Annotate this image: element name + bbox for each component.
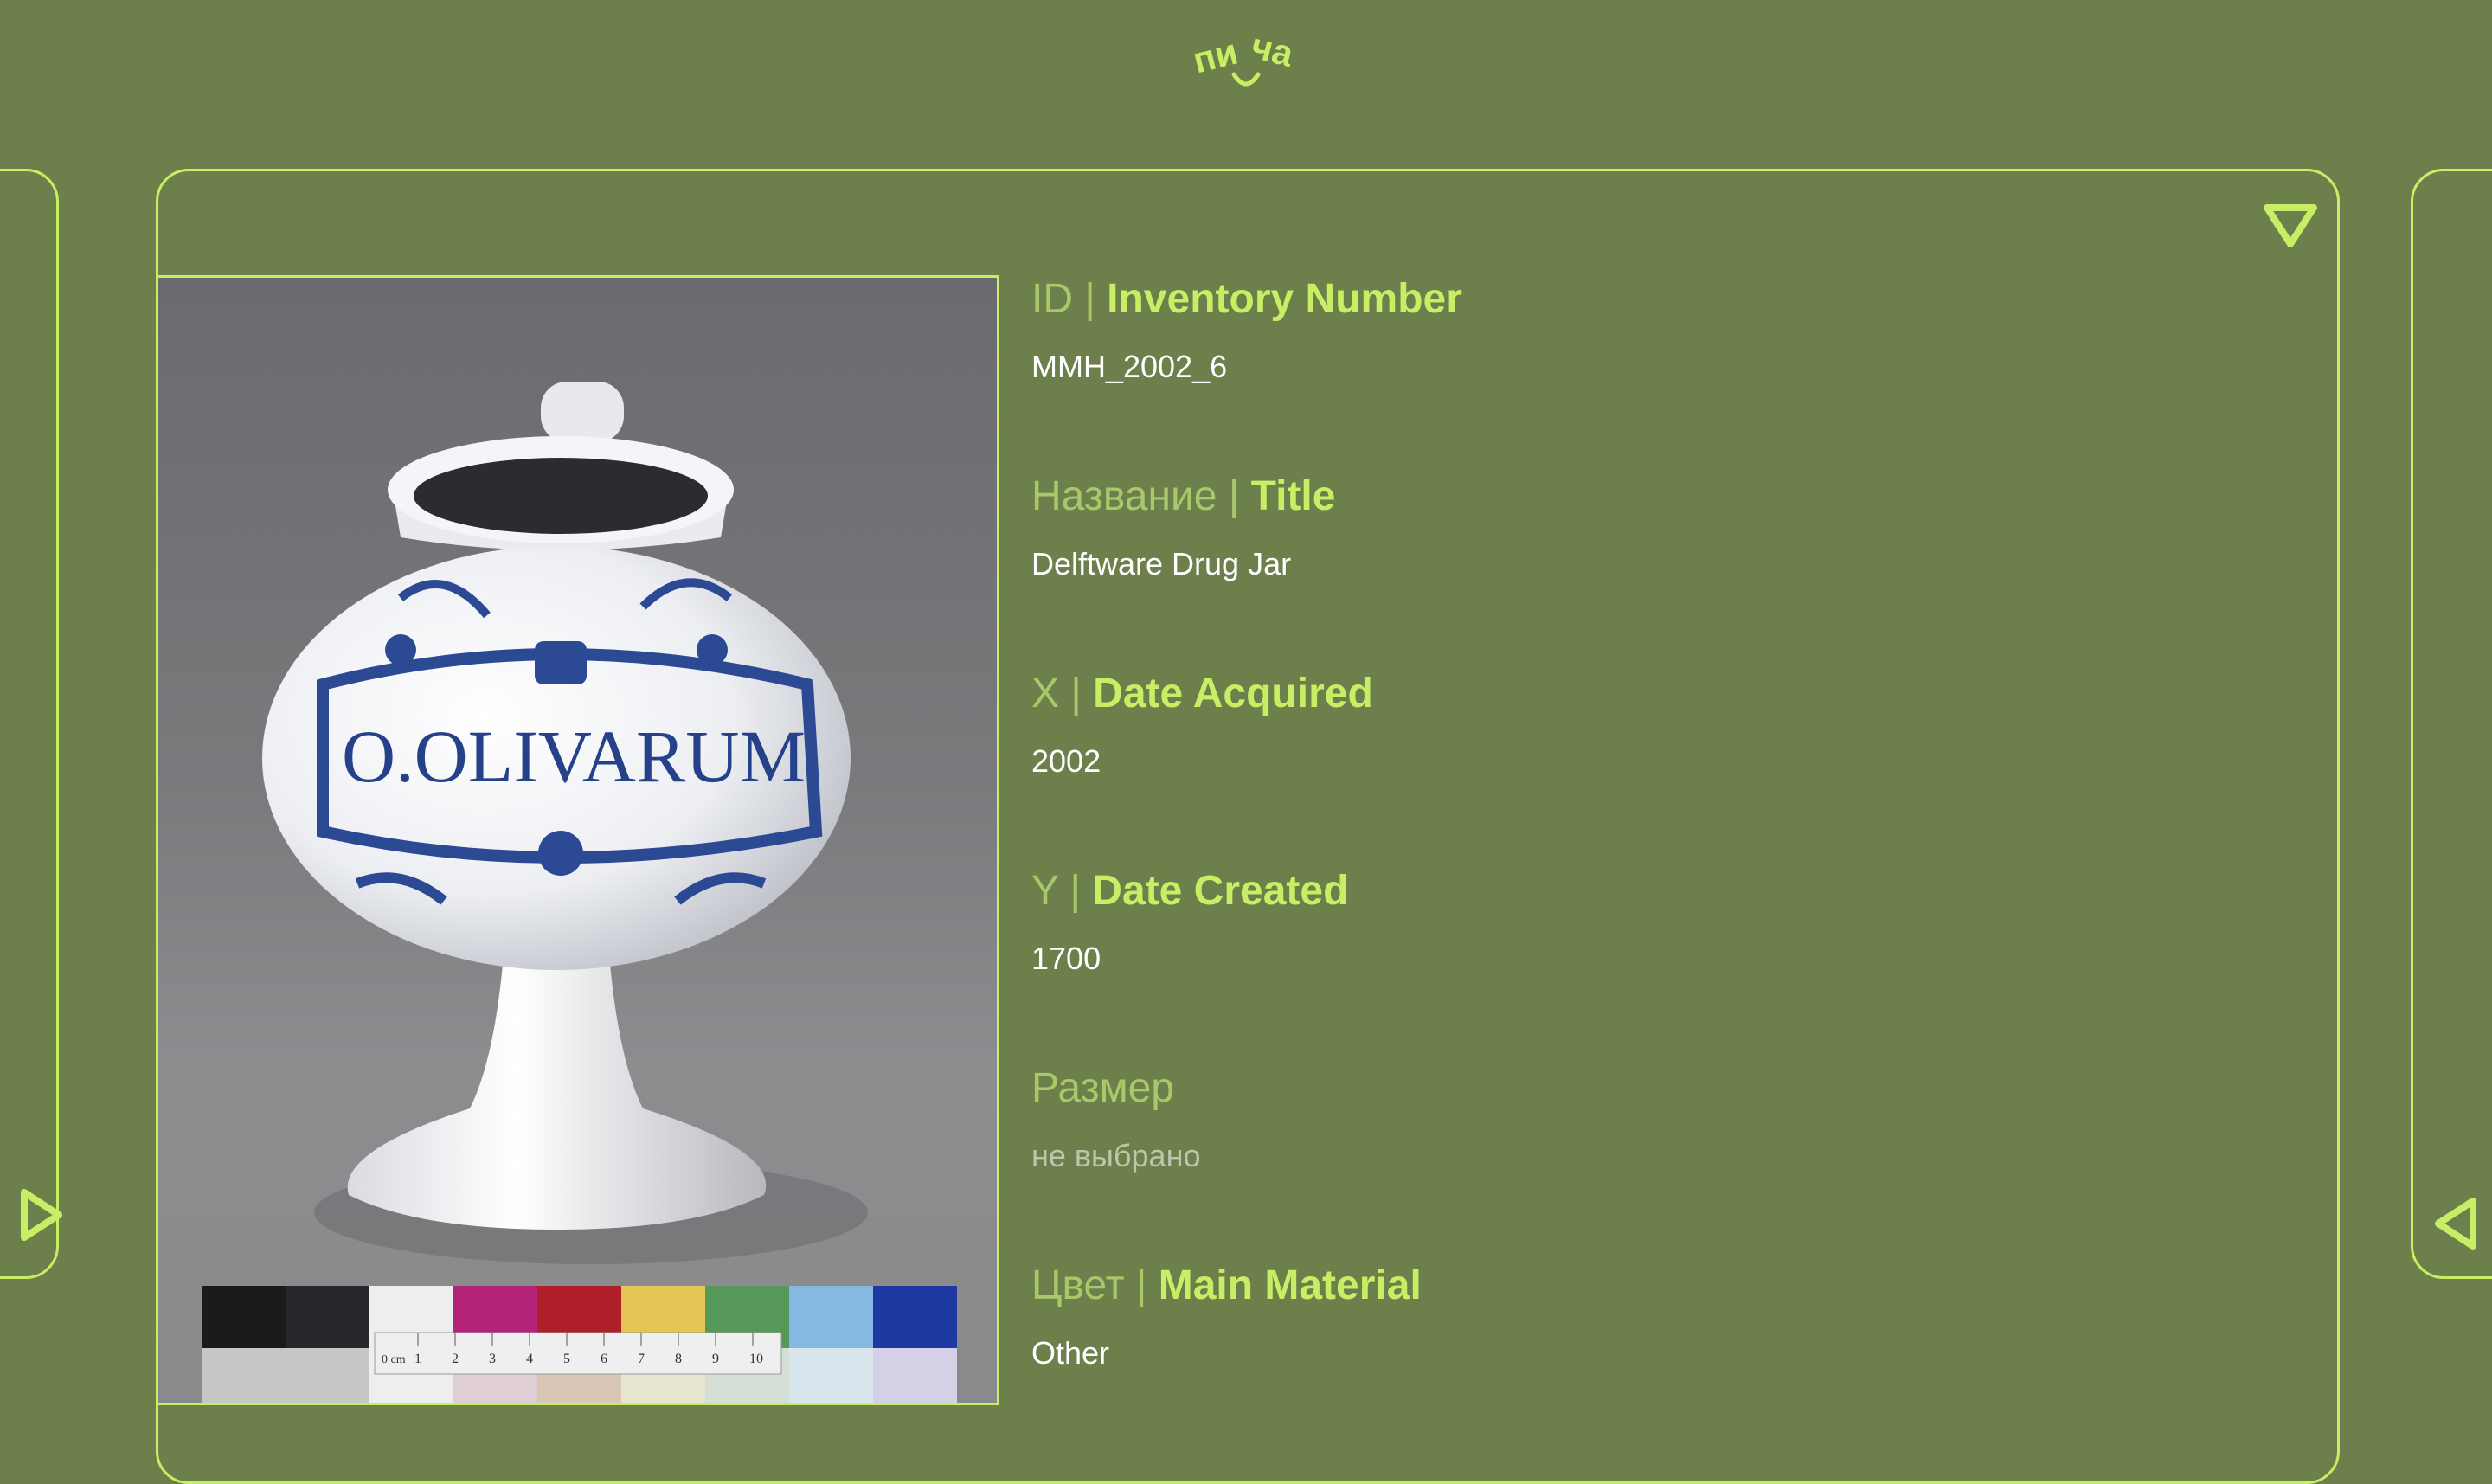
collapse-card-button[interactable] [2260, 199, 2321, 254]
field-date-created: Y | Date Created 1700 [1031, 865, 2286, 1063]
ruler-tick-label: 7 [638, 1352, 645, 1366]
next-arrow-button[interactable] [2431, 1196, 2480, 1251]
ruler-tick-label: 9 [712, 1352, 719, 1366]
object-photo[interactable]: O.OLIVARUM 0 cm 1 2 3 4 5 6 7 8 9 10 [156, 275, 999, 1405]
field-title: Название | Title Delftware Drug Jar [1031, 471, 2286, 668]
field-value: 2002 [1031, 743, 1101, 779]
ruler-tick-label: 3 [489, 1352, 496, 1366]
svg-text:0 cm: 0 cm [382, 1353, 406, 1366]
field-value-placeholder[interactable]: не выбрано [1031, 1137, 2286, 1175]
field-value: Delftware Drug Jar [1031, 546, 1292, 581]
next-card[interactable] [2411, 169, 2492, 1279]
ruler-tick-label: 5 [563, 1352, 570, 1366]
ruler-tick-label: 8 [675, 1352, 682, 1366]
field-label: Y | Date Created [1031, 868, 1349, 914]
field-value: MMH_2002_6 [1031, 349, 1228, 384]
field-inventory-number: ID | Inventory Number MMH_2002_6 [1031, 273, 2286, 471]
field-label: Цвет | Main Material [1031, 1262, 1422, 1308]
object-fields: ID | Inventory Number MMH_2002_6 Названи… [1031, 273, 2286, 1457]
color-checker: 0 cm 1 2 3 4 5 6 7 8 9 10 [202, 1286, 957, 1403]
previous-arrow-button[interactable] [17, 1187, 66, 1243]
triangle-left-icon [2435, 1198, 2476, 1250]
field-size[interactable]: Размер не выбрано [1031, 1063, 2286, 1260]
ruler-tick-label: 4 [526, 1352, 533, 1366]
field-label: ID | Inventory Number [1031, 276, 1462, 322]
field-value: Other [1031, 1335, 1110, 1371]
ruler-tick-label: 6 [601, 1352, 607, 1366]
field-label: X | Date Acquired [1031, 671, 1373, 716]
field-label: Название | Title [1031, 473, 1336, 519]
field-value: 1700 [1031, 941, 1101, 976]
triangle-right-icon [21, 1189, 62, 1241]
field-date-acquired: X | Date Acquired 2002 [1031, 668, 2286, 865]
triangle-down-icon [2264, 204, 2317, 247]
field-label: Размер [1031, 1065, 1174, 1111]
previous-card[interactable] [0, 169, 59, 1279]
ruler-tick-label: 1 [414, 1352, 421, 1366]
drug-jar-photo: O.OLIVARUM 0 cm 1 2 3 4 5 6 7 8 9 10 [202, 382, 957, 1403]
ruler-tick-label: 10 [749, 1352, 763, 1366]
jar-inscription: O.OLIVARUM [342, 715, 806, 798]
ruler-tick-label: 2 [452, 1352, 459, 1366]
smile-logo-icon: пи ча [1189, 25, 1298, 87]
field-main-material: Цвет | Main Material Other [1031, 1260, 2286, 1457]
site-logo[interactable]: пи ча [1185, 21, 1307, 99]
logo-text-right: ча [1248, 25, 1298, 74]
